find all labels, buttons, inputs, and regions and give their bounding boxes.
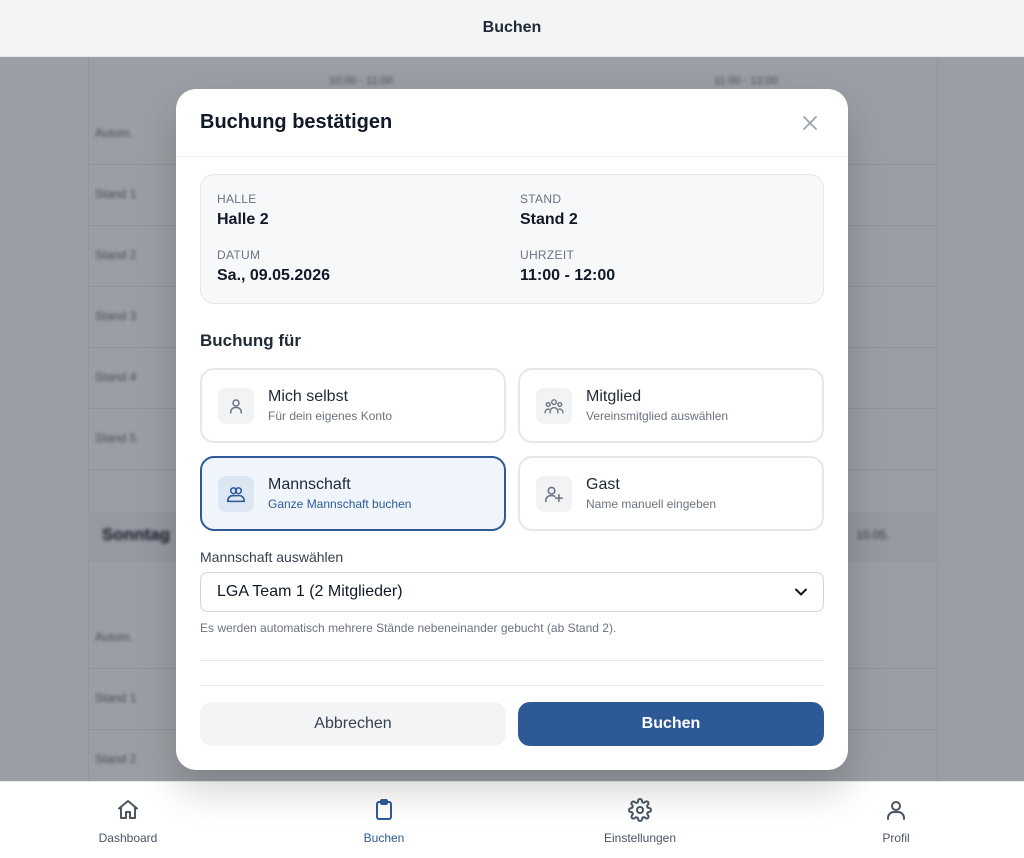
divider: [200, 660, 824, 661]
hall-label: HALLE: [217, 192, 257, 206]
option-title: Mannschaft: [268, 476, 351, 493]
user-icon: [218, 387, 254, 424]
nav-label: Dashboard: [98, 831, 158, 845]
chevron-down-icon: [795, 583, 807, 601]
team-select-hint: Es werden automatisch mehrere Stände neb…: [200, 621, 617, 635]
option-subtitle: Vereinsmitglied auswählen: [586, 409, 729, 423]
close-button[interactable]: [796, 109, 824, 137]
option-title: Gast: [586, 476, 620, 493]
clipboard-icon: [372, 798, 396, 827]
option-guest[interactable]: Gast Name manuell eingeben: [518, 456, 824, 531]
cancel-button[interactable]: Abbrechen: [200, 702, 506, 746]
nav-label: Einstellungen: [603, 831, 677, 845]
stand-value: Stand 2: [520, 211, 578, 228]
page-title: Buchen: [482, 19, 542, 36]
nav-label: Profil: [882, 831, 910, 845]
date-info: DATUM Sa., 09.05.2026: [217, 248, 330, 285]
time-value: 11:00 - 12:00: [520, 267, 616, 284]
confirm-booking-button[interactable]: Buchen: [518, 702, 824, 746]
option-title: Mich selbst: [268, 388, 349, 405]
team-select-value: LGA Team 1 (2 Mitglieder): [217, 583, 403, 600]
top-header: Buchen: [0, 0, 1024, 57]
booking-confirm-modal: Buchung bestätigen HALLE Halle 2 STAND S…: [176, 89, 848, 770]
profile-icon: [884, 798, 908, 827]
team-select[interactable]: LGA Team 1 (2 Mitglieder): [200, 572, 824, 612]
nav-einstellungen[interactable]: Einstellungen: [512, 782, 768, 858]
team-icon: [218, 475, 254, 512]
option-subtitle: Für dein eigenes Konto: [268, 409, 393, 423]
nav-profil[interactable]: Profil: [768, 782, 1024, 858]
stand-label: STAND: [520, 192, 562, 206]
date-value: Sa., 09.05.2026: [217, 267, 330, 284]
gear-icon: [628, 798, 652, 827]
option-subtitle: Name manuell eingeben: [586, 497, 717, 511]
date-label: DATUM: [217, 248, 261, 262]
booking-summary-card: HALLE Halle 2 STAND Stand 2 DATUM Sa., 0…: [200, 174, 824, 304]
time-label: UHRZEIT: [520, 248, 575, 262]
modal-header: Buchung bestätigen: [176, 89, 848, 157]
option-self[interactable]: Mich selbst Für dein eigenes Konto: [200, 368, 506, 443]
nav-buchen[interactable]: Buchen: [256, 782, 512, 858]
nav-dashboard[interactable]: Dashboard: [0, 782, 256, 858]
hall-value: Halle 2: [217, 211, 269, 228]
home-icon: [116, 798, 140, 827]
option-team[interactable]: Mannschaft Ganze Mannschaft buchen: [200, 456, 506, 531]
group-icon: [536, 387, 572, 424]
stand-info: STAND Stand 2: [520, 192, 578, 229]
option-subtitle: Ganze Mannschaft buchen: [268, 497, 412, 511]
close-icon: [803, 115, 817, 130]
team-select-label: Mannschaft auswählen: [200, 549, 344, 565]
nav-label: Buchen: [363, 831, 405, 845]
user-plus-icon: [536, 475, 572, 512]
divider: [200, 685, 824, 686]
option-member[interactable]: Mitglied Vereinsmitglied auswählen: [518, 368, 824, 443]
hall-info: HALLE Halle 2: [217, 192, 269, 229]
booking-for-title: Buchung für: [200, 331, 302, 350]
modal-title: Buchung bestätigen: [200, 111, 393, 133]
time-info: UHRZEIT 11:00 - 12:00: [520, 248, 615, 285]
option-title: Mitglied: [586, 388, 642, 405]
bottom-nav: Dashboard Buchen Einstellungen Profil: [0, 781, 1024, 858]
